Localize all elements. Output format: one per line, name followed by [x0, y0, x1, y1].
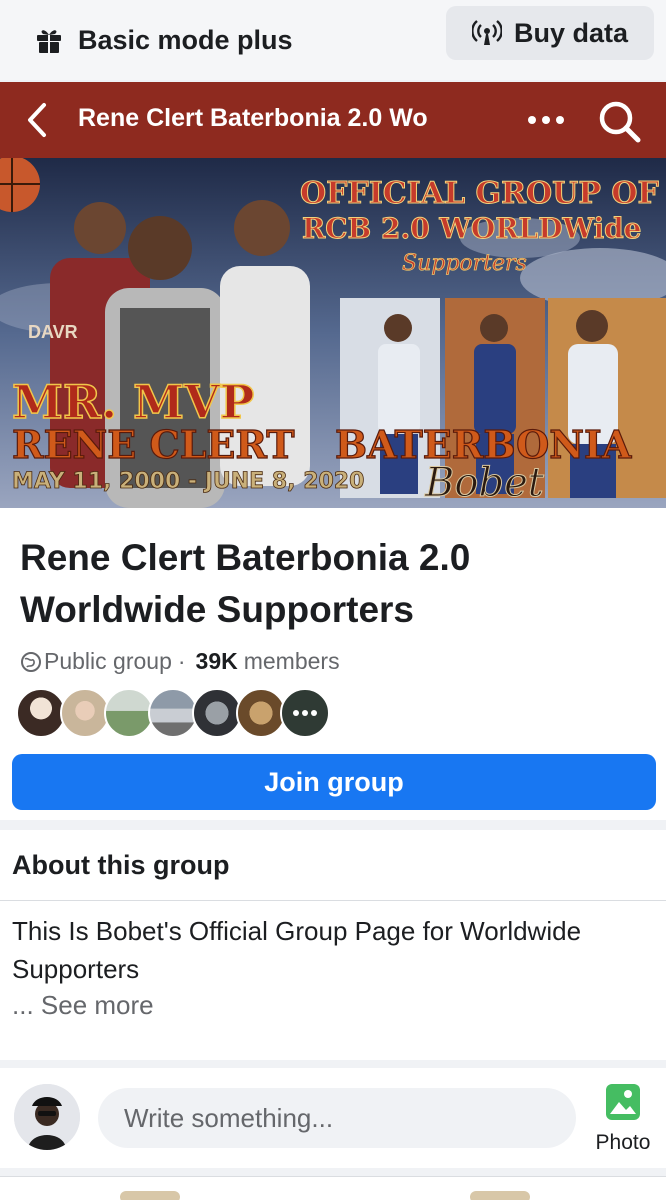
post-composer: Write something... Photo — [0, 1068, 666, 1168]
join-group-button[interactable]: Join group — [12, 754, 656, 810]
basic-mode-plus[interactable]: Basic mode plus — [34, 25, 293, 56]
meta-separator: · — [177, 648, 186, 674]
avatar — [236, 688, 286, 738]
cover-nickname: Bobet — [424, 460, 545, 506]
top-strip: Basic mode plus Buy data — [0, 0, 666, 80]
group-info-card: Rene Clert Baterbonia 2.0 Worldwide Supp… — [0, 508, 666, 820]
privacy-label: Public group — [44, 648, 172, 674]
avatar — [192, 688, 242, 738]
avatar[interactable] — [14, 1084, 80, 1150]
divider — [0, 900, 666, 901]
group-title: Rene Clert Baterbonia 2.0 Worldwide Supp… — [20, 537, 471, 630]
photo-icon — [606, 1084, 640, 1120]
about-section: About this group This Is Bobet's Officia… — [0, 830, 666, 1060]
group-header-bar: Rene Clert Baterbonia 2.0 Wo — [0, 82, 666, 158]
buy-data-button[interactable]: Buy data — [446, 6, 654, 60]
gift-icon — [37, 30, 61, 53]
member-avatars[interactable] — [16, 688, 330, 738]
cover-headline-2: RCB 2.0 WORLDWide — [302, 212, 642, 245]
header-title: Rene Clert Baterbonia 2.0 Wo — [78, 104, 428, 132]
group-meta: Public group · 39K members — [20, 648, 340, 675]
write-something-input[interactable]: Write something... — [98, 1088, 576, 1148]
cover-dates: MAY 11, 2000 - JUNE 8, 2020 — [12, 469, 364, 494]
signal-icon — [471, 20, 502, 45]
member-count: 39K — [195, 648, 238, 674]
photo-button[interactable]: Photo — [588, 1082, 658, 1155]
cover-mr-mvp: MR. MVP — [12, 375, 254, 429]
globe-icon — [21, 651, 41, 672]
more-icon[interactable] — [522, 104, 570, 136]
chevron-left-icon[interactable] — [22, 102, 52, 138]
more-members-icon[interactable] — [280, 688, 330, 738]
about-description: This Is Bobet's Official Group Page for … — [12, 916, 582, 984]
members-label[interactable]: members — [244, 648, 340, 675]
see-more-link[interactable]: ... See more — [12, 990, 154, 1021]
avatar — [16, 688, 66, 738]
divider — [470, 1191, 530, 1200]
search-icon[interactable] — [596, 98, 642, 144]
photo-label: Photo — [595, 1131, 651, 1154]
avatar — [148, 688, 198, 738]
cover-name: RENE CLERT — [12, 422, 295, 467]
divider — [120, 1191, 180, 1200]
cover-headline-3: Supporters — [402, 251, 527, 276]
next-section-edge — [0, 1176, 666, 1200]
cover-headline-1: OFFICIAL GROUP OF — [300, 176, 659, 211]
about-heading: About this group — [12, 850, 230, 880]
buy-data-label: Buy data — [513, 17, 629, 48]
jersey-text: DAVR — [28, 322, 78, 342]
avatar — [104, 688, 154, 738]
basic-mode-label: Basic mode plus — [78, 24, 293, 55]
group-cover-photo[interactable]: DAVR OFFICIAL GROUP OF RCB 2.0 WORLDWide… — [0, 158, 666, 508]
avatar — [60, 688, 110, 738]
